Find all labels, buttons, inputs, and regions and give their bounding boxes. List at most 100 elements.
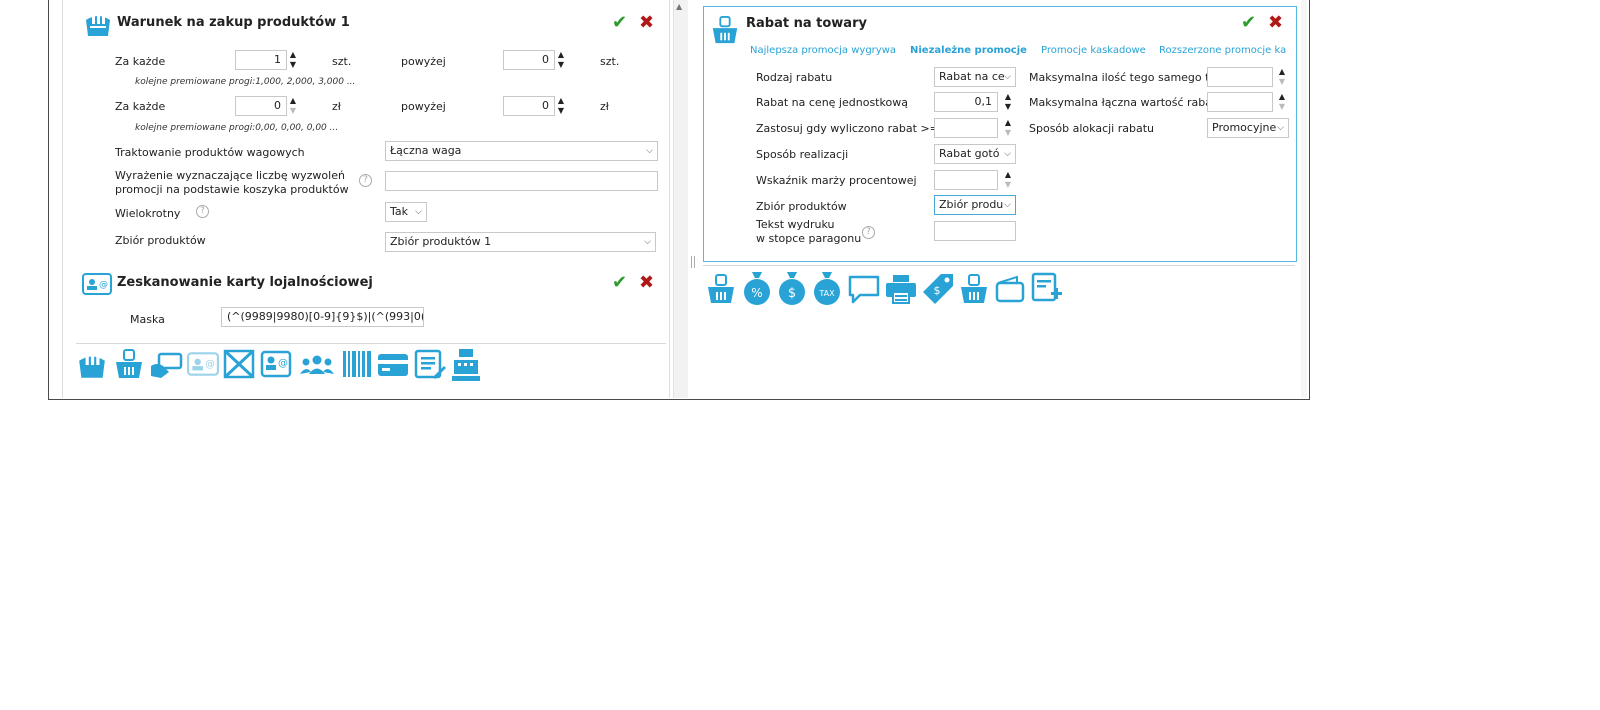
add-form-icon[interactable] — [1031, 272, 1063, 306]
weight-select[interactable]: Łączna waga ⌵ — [385, 141, 658, 161]
qty-above-input[interactable]: 0 — [503, 50, 555, 70]
product-set-label: Zbiór produktów — [756, 200, 847, 213]
cash-register-icon[interactable] — [451, 348, 481, 382]
help-icon[interactable]: ? — [196, 205, 209, 218]
type-label: Rodzaj rabatu — [756, 71, 833, 84]
svg-text:TAX: TAX — [818, 289, 835, 298]
margin-label: Wskaźnik marży procentowej — [756, 174, 917, 187]
max-value-input[interactable] — [1207, 92, 1273, 112]
tax-bag-icon[interactable]: TAX — [811, 270, 843, 306]
dollar-bag-icon[interactable]: $ — [776, 270, 808, 306]
allocation-select[interactable]: Promocyjne ⌵ — [1207, 118, 1289, 138]
splitter-grip-icon[interactable] — [691, 256, 695, 268]
mask-label: Maska — [130, 313, 165, 326]
amount-thresholds-note: kolejne premiowane progi:0,00, 0,00, 0,0… — [135, 123, 339, 133]
method-select-value: Rabat gotó — [939, 147, 1000, 160]
speech-bubble-icon[interactable] — [847, 274, 881, 304]
wallet-icon[interactable] — [995, 275, 1025, 303]
qty-label: Za każde — [115, 55, 166, 68]
svg-text:$: $ — [788, 286, 796, 301]
loyalty-status-icon[interactable]: @ — [260, 350, 292, 380]
right-scrollbar[interactable] — [1301, 0, 1307, 398]
printer-icon[interactable] — [884, 273, 918, 305]
margin-input[interactable] — [934, 170, 998, 190]
max-qty-label: Maksymalna ilość tego samego to — [1029, 71, 1217, 84]
qty-above-label: powyżej — [401, 55, 446, 68]
multi-select[interactable]: Tak ⌵ — [385, 202, 427, 222]
remove-loyalty-button[interactable]: ✖ — [639, 273, 654, 293]
tab-extended-promotions[interactable]: Rozszerzone promocje ka — [1159, 45, 1291, 56]
left-scrollbar[interactable]: ▲ — [673, 0, 688, 398]
confirm-condition-button[interactable]: ✔ — [612, 13, 627, 33]
group-icon[interactable] — [299, 354, 335, 376]
apply-input[interactable] — [934, 118, 998, 138]
qty-unit: szt. — [332, 55, 352, 68]
list-edit-icon[interactable] — [414, 349, 446, 381]
tab-best-promotion[interactable]: Najlepsza promocja wygrywa — [750, 45, 896, 56]
chevron-down-icon: ⌵ — [644, 237, 651, 247]
divider — [703, 265, 1295, 266]
remove-discount-button[interactable]: ✖ — [1268, 13, 1283, 33]
basket-icon — [712, 15, 738, 44]
loyalty-card-faded-icon[interactable]: @ — [187, 350, 219, 378]
remove-condition-button[interactable]: ✖ — [639, 13, 654, 33]
set-select-value: Zbiór produktów 1 — [390, 235, 492, 248]
svg-text:$: $ — [934, 284, 941, 297]
divider — [76, 343, 666, 344]
apply-spinner[interactable]: ▲ ▼ — [1003, 118, 1013, 138]
weight-label: Traktowanie produktów wagowych — [115, 146, 305, 159]
basket-outline-icon[interactable] — [958, 272, 990, 306]
unit-price-label: Rabat na cenę jednostkową — [756, 96, 908, 109]
unit-price-input[interactable]: 0,1 — [934, 92, 998, 112]
help-icon[interactable]: ? — [359, 174, 372, 187]
print-text-input[interactable] — [934, 221, 1016, 241]
qty-input[interactable]: 1 — [235, 50, 287, 70]
confirm-discount-button[interactable]: ✔ — [1241, 13, 1256, 33]
mask-input[interactable]: (^(9989|9980)[0-9]{9}$)|(^(993|0( — [221, 307, 424, 327]
margin-spinner[interactable]: ▲ ▼ — [1003, 170, 1013, 190]
tab-cascade-promotions[interactable]: Promocje kaskadowe — [1041, 45, 1146, 56]
help-icon[interactable]: ? — [862, 226, 875, 239]
confirm-loyalty-button[interactable]: ✔ — [612, 273, 627, 293]
credit-card-icon[interactable] — [377, 352, 409, 378]
amount-spinner[interactable]: ▲ ▼ — [288, 96, 298, 116]
product-set-select-value: Zbiór produ — [939, 198, 1004, 211]
basket-icon[interactable] — [113, 348, 145, 380]
svg-text:@: @ — [99, 280, 108, 290]
unit-price-spinner[interactable]: ▲ ▼ — [1003, 92, 1013, 112]
barcode-icon[interactable] — [342, 350, 372, 378]
price-tag-icon[interactable]: $ — [921, 272, 955, 306]
loyalty-title: Zeskanowanie karty lojalnościowej — [117, 275, 373, 290]
max-qty-input[interactable] — [1207, 67, 1273, 87]
percent-bag-icon[interactable]: % — [741, 270, 773, 306]
max-qty-spinner[interactable]: ▲ ▼ — [1277, 67, 1287, 87]
qty-spinner[interactable]: ▲ ▼ — [288, 50, 298, 70]
max-value-label: Maksymalna łączna wartość rabat — [1029, 96, 1217, 109]
type-select[interactable]: Rabat na ce ⌵ — [934, 67, 1016, 87]
multi-select-value: Tak — [390, 205, 409, 218]
chevron-down-icon: ⌵ — [1004, 200, 1011, 210]
hand-coins-icon[interactable] — [76, 350, 108, 380]
svg-text:@: @ — [278, 358, 288, 369]
basket-icon[interactable] — [705, 272, 737, 306]
scroll-up-icon[interactable]: ▲ — [676, 2, 682, 11]
amount-input[interactable]: 0 — [235, 96, 287, 116]
method-select[interactable]: Rabat gotó ⌵ — [934, 144, 1016, 164]
qty-above-spinner[interactable]: ▲ ▼ — [556, 50, 566, 70]
max-value-spinner[interactable]: ▲ ▼ — [1277, 92, 1287, 112]
allocation-select-value: Promocyjne — [1212, 121, 1277, 134]
amount-label: Za każde — [115, 100, 166, 113]
set-select[interactable]: Zbiór produktów 1 ⌵ — [385, 232, 656, 252]
tab-independent-promotions[interactable]: Niezależne promocje — [910, 45, 1027, 56]
product-set-select[interactable]: Zbiór produ ⌵ — [934, 195, 1016, 215]
amount-above-input[interactable]: 0 — [503, 96, 555, 116]
panel-splitter[interactable] — [689, 0, 697, 398]
expr-input[interactable] — [385, 171, 658, 191]
card-hand-icon[interactable] — [149, 350, 183, 380]
type-select-value: Rabat na ce — [939, 70, 1005, 83]
print-text-label-line1: Tekst wydruku — [756, 218, 835, 231]
loyalty-card-icon: @ — [82, 273, 112, 295]
amount-above-spinner[interactable]: ▲ ▼ — [556, 96, 566, 116]
qty-thresholds-note: kolejne premiowane progi:1,000, 2,000, 3… — [135, 77, 356, 87]
crossed-card-icon[interactable] — [223, 348, 255, 380]
